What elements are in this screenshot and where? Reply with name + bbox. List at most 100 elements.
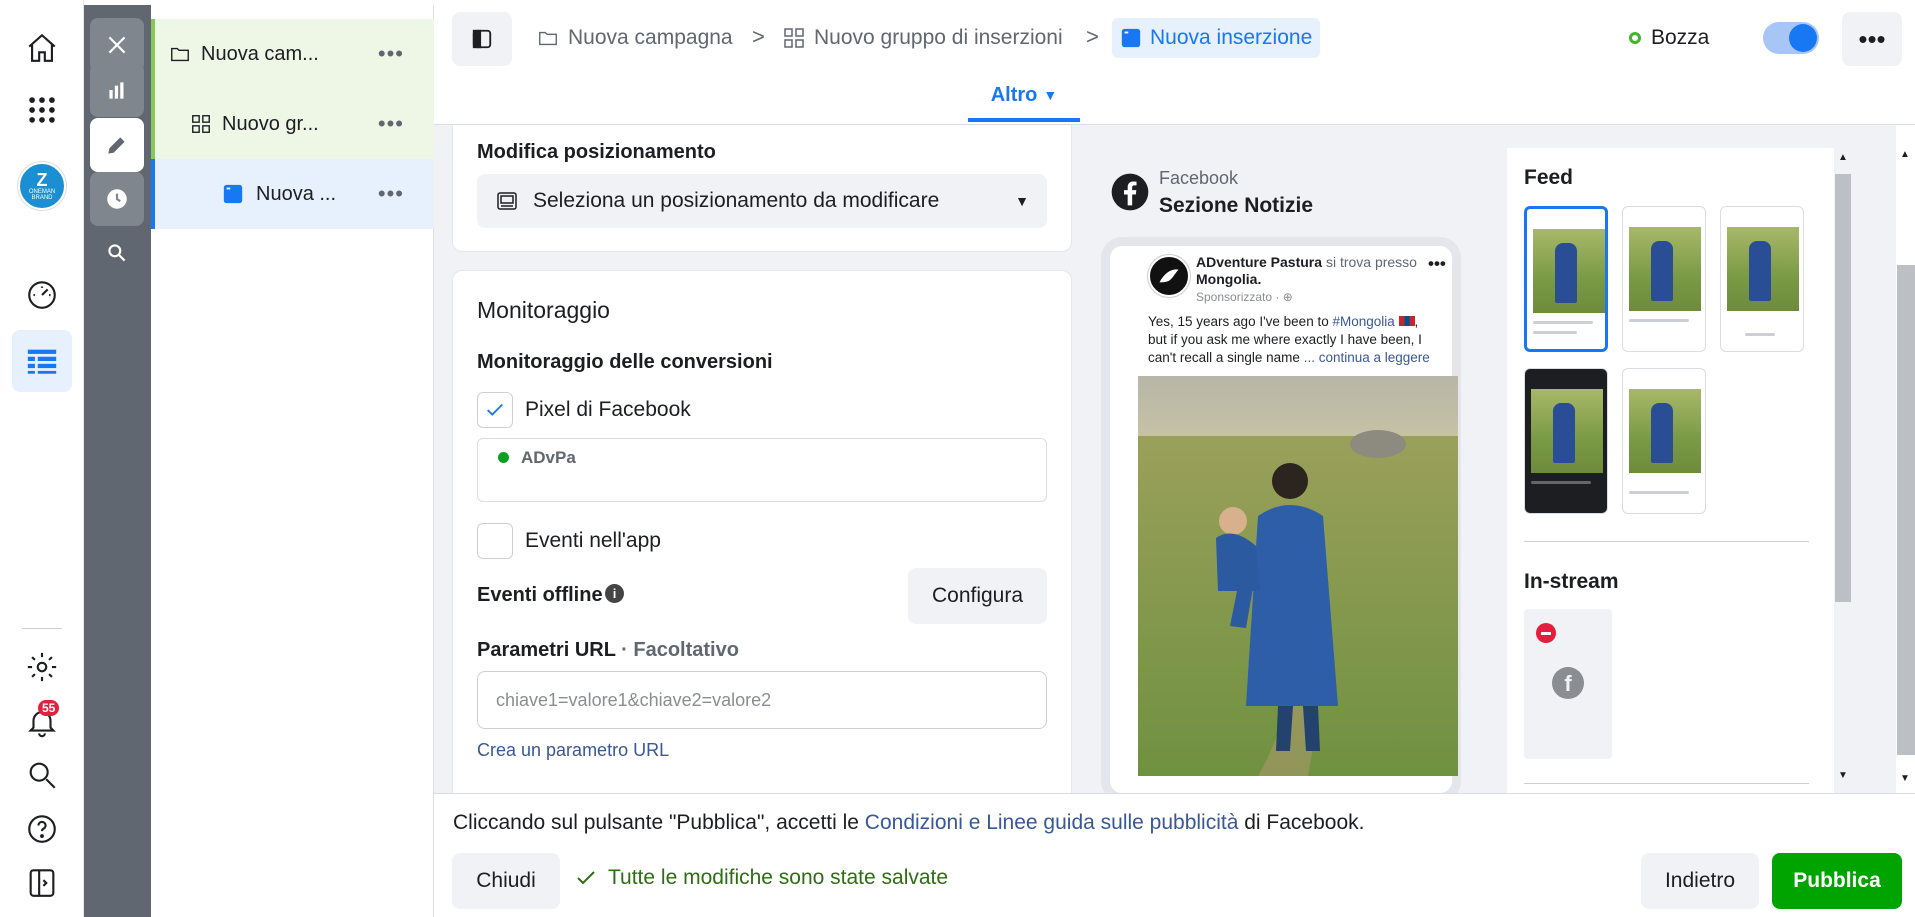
terms-prefix: Cliccando sul pulsante "Pubblica", accet… bbox=[453, 811, 865, 834]
conversion-heading: Monitoraggio delle conversioni bbox=[477, 351, 773, 373]
page-name: ADventure Pastura bbox=[1196, 254, 1323, 270]
facebook-logo-icon: f bbox=[1552, 667, 1584, 699]
caret-down-icon: ▼ bbox=[1043, 87, 1058, 103]
preview-platform: Facebook bbox=[1159, 168, 1239, 188]
breadcrumb-ad[interactable]: Nuova inserzione bbox=[1112, 18, 1321, 58]
tree-item-label: Nuova ... bbox=[256, 182, 337, 205]
app-events-label: Eventi nell'app bbox=[525, 529, 661, 552]
scroll-up-icon: ▲ bbox=[1900, 149, 1910, 160]
breadcrumb-label: Nuova inserzione bbox=[1150, 26, 1313, 49]
create-url-param-link[interactable]: Crea un parametro URL bbox=[477, 740, 669, 761]
notification-badge: 55 bbox=[38, 700, 60, 716]
tracking-heading: Monitoraggio bbox=[477, 297, 610, 323]
help-icon[interactable] bbox=[22, 809, 62, 849]
placement-icon bbox=[497, 192, 517, 210]
post-text-3: can't recall a single name bbox=[1148, 350, 1300, 365]
configure-button[interactable]: Configura bbox=[908, 568, 1047, 624]
pixel-label: Pixel di Facebook bbox=[525, 398, 691, 421]
caret-down-icon: ▼ bbox=[1015, 193, 1029, 209]
placement-select[interactable]: Seleziona un posizionamento da modificar… bbox=[477, 174, 1047, 228]
placement-select-value: Seleziona un posizionamento da modificar… bbox=[533, 189, 940, 212]
page-avatar bbox=[1148, 255, 1190, 297]
more-options-icon[interactable]: ••• bbox=[378, 111, 404, 137]
breadcrumb-campaign[interactable]: Nuova campagna bbox=[536, 18, 733, 58]
edit-pencil-icon[interactable] bbox=[90, 118, 144, 172]
campaign-tree: Nuova cam... ••• Nuovo gr... ••• Nuova .… bbox=[151, 5, 434, 917]
preview-scrollbar[interactable]: ▲ bbox=[1834, 148, 1852, 793]
checkmark-icon bbox=[577, 871, 595, 885]
dashboard-gauge-icon[interactable] bbox=[22, 275, 62, 315]
page-scrollbar[interactable]: ▲ ▼ bbox=[1896, 125, 1915, 793]
tab-altro[interactable]: Altro ▼ bbox=[968, 72, 1080, 122]
scroll-up-icon: ▲ bbox=[1838, 152, 1848, 163]
back-button[interactable]: Indietro bbox=[1641, 853, 1759, 909]
feed-thumbnail[interactable] bbox=[1524, 206, 1608, 352]
instream-thumbnail[interactable]: f bbox=[1524, 609, 1612, 759]
history-clock-icon[interactable] bbox=[90, 172, 144, 226]
tree-item-label: Nuova cam... bbox=[201, 42, 319, 65]
section-divider bbox=[1524, 783, 1809, 784]
url-params-label: Parametri URL bbox=[477, 639, 616, 661]
home-icon[interactable] bbox=[22, 28, 62, 68]
feed-thumbnail[interactable] bbox=[1622, 368, 1706, 514]
post-hashtag: #Mongolia bbox=[1332, 314, 1395, 329]
pixel-name: ADvPa bbox=[521, 448, 576, 467]
chart-icon[interactable] bbox=[90, 63, 144, 117]
inspect-icon[interactable] bbox=[90, 226, 144, 280]
status-label: Bozza bbox=[1651, 26, 1710, 49]
sponsored-label: Sponsorizzato · bbox=[1196, 290, 1283, 304]
terms-link[interactable]: Condizioni e Linee guida sulle pubblicit… bbox=[865, 811, 1239, 834]
terms-text: Cliccando sul pulsante "Pubblica", accet… bbox=[453, 811, 1364, 835]
breadcrumb-label: Nuova campagna bbox=[568, 26, 733, 49]
post-more-icon: ••• bbox=[1428, 254, 1446, 273]
publish-toggle[interactable] bbox=[1763, 22, 1819, 54]
status-dot-icon bbox=[498, 452, 509, 463]
feed-thumbnail[interactable] bbox=[1524, 368, 1608, 514]
ad-icon bbox=[223, 184, 243, 204]
publish-button[interactable]: Pubblica bbox=[1772, 853, 1902, 909]
url-params-input[interactable]: chiave1=valore1&chiave2=valore2 bbox=[477, 671, 1047, 729]
feed-thumbnail[interactable] bbox=[1622, 206, 1706, 352]
feed-thumbnail[interactable] bbox=[1720, 206, 1804, 352]
status-dot-icon bbox=[1629, 32, 1641, 44]
more-options-icon[interactable]: ••• bbox=[378, 41, 404, 67]
breadcrumb-adset[interactable]: Nuovo gruppo di inserzioni bbox=[782, 18, 1063, 58]
tree-item-label: Nuovo gr... bbox=[222, 112, 319, 135]
left-rail: Z ONEMAN BRAND 55 bbox=[0, 0, 84, 917]
settings-gear-icon[interactable] bbox=[22, 647, 62, 687]
scroll-down-icon: ▼ bbox=[1900, 773, 1910, 784]
tree-item-adset[interactable]: Nuovo gr... ••• bbox=[151, 89, 434, 159]
search-icon[interactable] bbox=[22, 755, 62, 795]
pixel-selector[interactable]: ADvPa bbox=[477, 438, 1047, 502]
app-events-checkbox[interactable] bbox=[477, 523, 513, 559]
tree-item-ad[interactable]: Nuova ... ••• bbox=[151, 159, 434, 229]
more-options-button[interactable]: ••• bbox=[1842, 12, 1902, 66]
location-name: Mongolia bbox=[1196, 271, 1258, 287]
account-avatar[interactable]: Z ONEMAN BRAND bbox=[18, 162, 66, 210]
tree-item-campaign[interactable]: Nuova cam... ••• bbox=[151, 19, 434, 89]
breadcrumb-separator: > bbox=[752, 24, 765, 49]
tool-strip bbox=[84, 5, 151, 917]
side-panel-icon[interactable] bbox=[22, 863, 62, 903]
instream-heading: In-stream bbox=[1524, 570, 1619, 593]
preview-placement: Sezione Notizie bbox=[1159, 194, 1314, 217]
ad-icon bbox=[1121, 28, 1141, 48]
checkmark-icon bbox=[487, 403, 503, 416]
saved-text: Tutte le modifiche sono state salvate bbox=[608, 866, 949, 889]
info-icon[interactable]: i bbox=[605, 584, 624, 603]
panel-icon bbox=[472, 29, 492, 49]
pixel-checkbox[interactable] bbox=[477, 392, 513, 428]
post-text: Yes, 15 years ago I've been to bbox=[1148, 314, 1333, 329]
sidebar-toggle-button[interactable] bbox=[452, 12, 512, 66]
read-more-link: ... continua a leggere bbox=[1303, 350, 1430, 365]
table-icon[interactable] bbox=[22, 341, 62, 381]
more-options-icon[interactable]: ••• bbox=[378, 181, 404, 207]
status-indicator: Bozza bbox=[1629, 18, 1709, 58]
url-placeholder: chiave1=valore1&chiave2=valore2 bbox=[496, 689, 772, 710]
located-text: si trova presso bbox=[1325, 254, 1417, 270]
close-button[interactable]: Chiudi bbox=[452, 853, 560, 909]
folder-icon bbox=[539, 31, 557, 46]
rail-divider bbox=[22, 628, 62, 629]
apps-grid-icon[interactable] bbox=[22, 90, 62, 130]
post-text-2: but if you ask me where exactly I have b… bbox=[1148, 332, 1422, 347]
